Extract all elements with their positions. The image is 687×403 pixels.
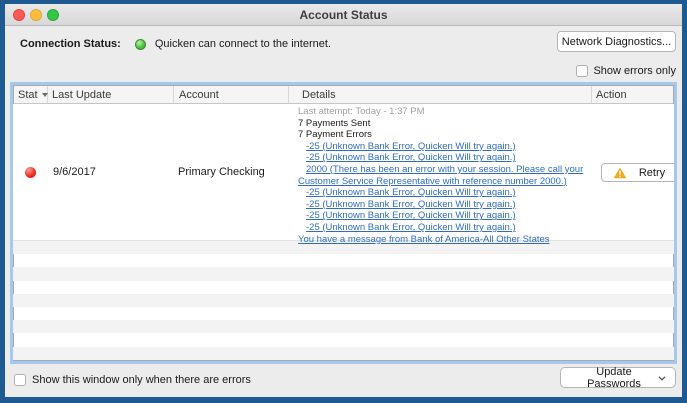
screenshot-frame: Account Status Connection Status: Quicke… <box>0 0 687 403</box>
column-header-account[interactable]: Account <box>174 86 289 103</box>
accounts-table: Stat Last Update Account Details Action … <box>10 82 677 364</box>
column-header-last-update[interactable]: Last Update <box>48 86 174 103</box>
table-row[interactable]: 9/6/2017 Primary Checking Last attempt: … <box>13 104 674 241</box>
error-link[interactable]: -25 (Unknown Bank Error, Quicken Will tr… <box>298 210 587 222</box>
chevron-down-icon <box>658 372 666 384</box>
retry-button-label: Retry <box>639 167 665 179</box>
connection-status-message: Quicken can connect to the internet. <box>155 38 331 50</box>
action-cell: Retry <box>591 104 677 240</box>
sort-desc-icon <box>42 93 48 97</box>
empty-row[interactable] <box>13 281 674 294</box>
connection-status-row: Connection Status: Quicken can connect t… <box>20 33 331 55</box>
window-title: Account Status <box>5 8 682 22</box>
status-cell <box>13 104 47 240</box>
show-errors-only-control: Show errors only <box>576 63 676 79</box>
titlebar: Account Status <box>5 4 682 26</box>
payments-sent-text: 7 Payments Sent <box>298 118 587 130</box>
network-diagnostics-button[interactable]: Network Diagnostics... <box>557 31 676 52</box>
payment-errors-text: 7 Payment Errors <box>298 129 587 141</box>
bank-message-link[interactable]: You have a message from Bank of America-… <box>298 234 587 246</box>
warning-icon <box>613 167 627 179</box>
account-cell: Primary Checking <box>173 104 288 240</box>
last-update-cell: 9/6/2017 <box>47 104 173 240</box>
connection-ok-icon <box>135 39 146 50</box>
empty-row[interactable] <box>13 347 674 360</box>
account-status-window: Account Status Connection Status: Quicke… <box>5 4 682 397</box>
empty-row[interactable] <box>13 254 674 267</box>
column-header-stat[interactable]: Stat <box>14 86 48 103</box>
details-cell: Last attempt: Today - 1:37 PM 7 Payments… <box>288 104 591 240</box>
error-link[interactable]: -25 (Unknown Bank Error, Quicken Will tr… <box>298 187 587 199</box>
retry-button[interactable]: Retry <box>601 163 677 182</box>
error-link[interactable]: -25 (Unknown Bank Error, Quicken Will tr… <box>298 199 587 211</box>
error-status-icon <box>25 167 36 178</box>
show-window-control: Show this window only when there are err… <box>14 372 251 388</box>
column-header-details[interactable]: Details <box>289 86 592 103</box>
update-passwords-label: Update Passwords <box>570 366 658 390</box>
empty-rows <box>13 241 674 360</box>
empty-row[interactable] <box>13 267 674 280</box>
update-passwords-button[interactable]: Update Passwords <box>560 367 676 388</box>
empty-row[interactable] <box>13 333 674 346</box>
show-window-label: Show this window only when there are err… <box>32 374 251 386</box>
show-errors-only-checkbox[interactable] <box>576 65 588 77</box>
connection-status-label: Connection Status: <box>20 38 121 50</box>
empty-row[interactable] <box>13 294 674 307</box>
error-link[interactable]: 2000 (There has been an error with your … <box>298 164 587 187</box>
table-header: Stat Last Update Account Details Action <box>14 86 673 104</box>
error-link[interactable]: -25 (Unknown Bank Error, Quicken Will tr… <box>298 222 587 234</box>
show-window-checkbox[interactable] <box>14 374 26 386</box>
error-link[interactable]: -25 (Unknown Bank Error, Quicken Will tr… <box>298 152 587 164</box>
empty-row[interactable] <box>13 320 674 333</box>
last-attempt-text: Last attempt: Today - 1:37 PM <box>298 106 587 118</box>
show-errors-only-label: Show errors only <box>593 65 676 77</box>
column-header-action[interactable]: Action <box>592 86 673 103</box>
empty-row[interactable] <box>13 307 674 320</box>
error-link[interactable]: -25 (Unknown Bank Error, Quicken Will tr… <box>298 141 587 153</box>
